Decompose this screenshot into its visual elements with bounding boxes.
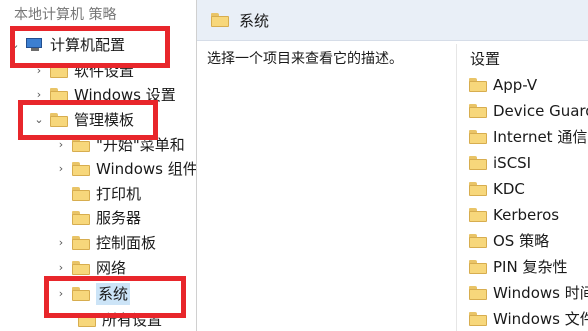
folder-icon xyxy=(72,138,90,152)
list-item-label: App-V xyxy=(493,76,538,94)
chevron-right-icon[interactable]: › xyxy=(56,232,66,254)
folder-icon xyxy=(469,78,487,92)
tree-item-software-settings[interactable]: › 软件设置 xyxy=(34,60,134,82)
settings-column-header[interactable]: 设置 xyxy=(470,48,500,69)
list-item-label: Internet 通信管 xyxy=(493,128,588,146)
list-item[interactable]: App-V xyxy=(469,74,537,96)
settings-list: 设置 App-V Device Guard Internet 通信管 iSCSI… xyxy=(456,44,588,331)
list-item[interactable]: Windows 时间 xyxy=(469,282,588,304)
chevron-right-icon[interactable]: › xyxy=(56,158,66,180)
folder-icon xyxy=(469,260,487,274)
tree-item-label: 系统 xyxy=(96,283,131,305)
folder-icon xyxy=(50,113,68,127)
chevron-down-icon[interactable]: ⌄ xyxy=(10,34,20,56)
details-pane: 系统 选择一个项目来查看它的描述。 设置 App-V Device Guard … xyxy=(197,0,588,331)
list-item-label: Kerberos xyxy=(493,206,560,224)
navigation-tree: 本地计算机 策略 ⌄ 计算机配置 › 软件设置 › Windows 设置 ⌄ 管… xyxy=(0,0,197,331)
folder-icon xyxy=(72,211,90,225)
folder-icon xyxy=(50,64,68,78)
details-title: 系统 xyxy=(239,11,270,30)
list-item-label: Device Guard xyxy=(493,102,588,120)
tree-item-label: 所有设置 xyxy=(102,311,163,329)
tree-item-windows-components[interactable]: › Windows 组件 xyxy=(56,158,197,180)
folder-icon xyxy=(469,182,487,196)
folder-icon xyxy=(50,88,68,102)
computer-icon xyxy=(26,38,44,52)
details-header: 系统 xyxy=(197,0,588,41)
tree-item-system[interactable]: › 系统 xyxy=(56,283,131,305)
folder-icon xyxy=(72,187,90,201)
tree-item-printers[interactable]: 打印机 xyxy=(72,183,141,205)
list-item[interactable]: Device Guard xyxy=(469,100,588,122)
list-item-label: KDC xyxy=(493,180,525,198)
list-item[interactable]: KDC xyxy=(469,178,525,200)
tree-item-all-settings[interactable]: 所有设置 xyxy=(78,309,162,331)
chevron-right-icon[interactable]: › xyxy=(56,257,66,279)
tree-item-start-menu[interactable]: › "开始"菜单和 xyxy=(56,134,185,156)
folder-icon xyxy=(72,261,90,275)
tree-item-admin-templates[interactable]: ⌄ 管理模板 xyxy=(34,109,134,131)
folder-icon xyxy=(211,13,229,27)
chevron-right-icon[interactable]: › xyxy=(34,60,44,82)
list-item[interactable]: Windows 文件 xyxy=(469,308,588,330)
chevron-right-icon[interactable]: › xyxy=(56,283,66,305)
tree-item-control-panel[interactable]: › 控制面板 xyxy=(56,232,156,254)
tree-item-label: Windows 组件 xyxy=(96,160,197,178)
tree-item-label: 网络 xyxy=(96,259,127,277)
list-item[interactable]: PIN 复杂性 xyxy=(469,256,567,278)
tree-item-windows-settings[interactable]: › Windows 设置 xyxy=(34,84,176,106)
tree-item-label: 服务器 xyxy=(96,209,142,227)
description-text: 选择一个项目来查看它的描述。 xyxy=(207,51,403,67)
list-item[interactable]: OS 策略 xyxy=(469,230,549,252)
folder-icon xyxy=(469,208,487,222)
list-item-label: iSCSI xyxy=(493,154,532,172)
folder-icon xyxy=(72,287,90,301)
list-item-label: Windows 文件 xyxy=(493,310,588,328)
folder-icon xyxy=(469,130,487,144)
list-item-label: OS 策略 xyxy=(493,232,550,250)
tree-item-label: 控制面板 xyxy=(96,234,157,252)
folder-icon xyxy=(469,156,487,170)
tree-item-label: 管理模板 xyxy=(74,111,135,129)
tree-item-local-policy[interactable]: 本地计算机 策略 xyxy=(14,4,116,26)
chevron-down-icon[interactable]: ⌄ xyxy=(34,109,44,131)
tree-item-label: 本地计算机 策略 xyxy=(14,7,117,23)
list-item[interactable]: iSCSI xyxy=(469,152,531,174)
folder-icon xyxy=(72,162,90,176)
settings-list-icon xyxy=(78,313,96,327)
folder-icon xyxy=(469,104,487,118)
chevron-right-icon[interactable]: › xyxy=(56,134,66,156)
tree-item-label: 打印机 xyxy=(96,185,142,203)
list-item-label: Windows 时间 xyxy=(493,284,588,302)
tree-item-network[interactable]: › 网络 xyxy=(56,257,126,279)
tree-item-label: 计算机配置 xyxy=(50,36,126,54)
tree-item-label: 软件设置 xyxy=(74,62,135,80)
folder-icon xyxy=(72,236,90,250)
tree-item-label: "开始"菜单和 xyxy=(96,136,185,154)
folder-icon xyxy=(469,312,487,326)
folder-icon xyxy=(469,234,487,248)
list-item[interactable]: Internet 通信管 xyxy=(469,126,588,148)
tree-item-label: Windows 设置 xyxy=(74,86,176,104)
chevron-right-icon[interactable]: › xyxy=(34,84,44,106)
list-item[interactable]: Kerberos xyxy=(469,204,559,226)
folder-icon xyxy=(469,286,487,300)
tree-item-computer-config[interactable]: ⌄ 计算机配置 xyxy=(10,34,125,56)
list-item-label: PIN 复杂性 xyxy=(493,258,568,276)
tree-item-servers[interactable]: 服务器 xyxy=(72,207,141,229)
